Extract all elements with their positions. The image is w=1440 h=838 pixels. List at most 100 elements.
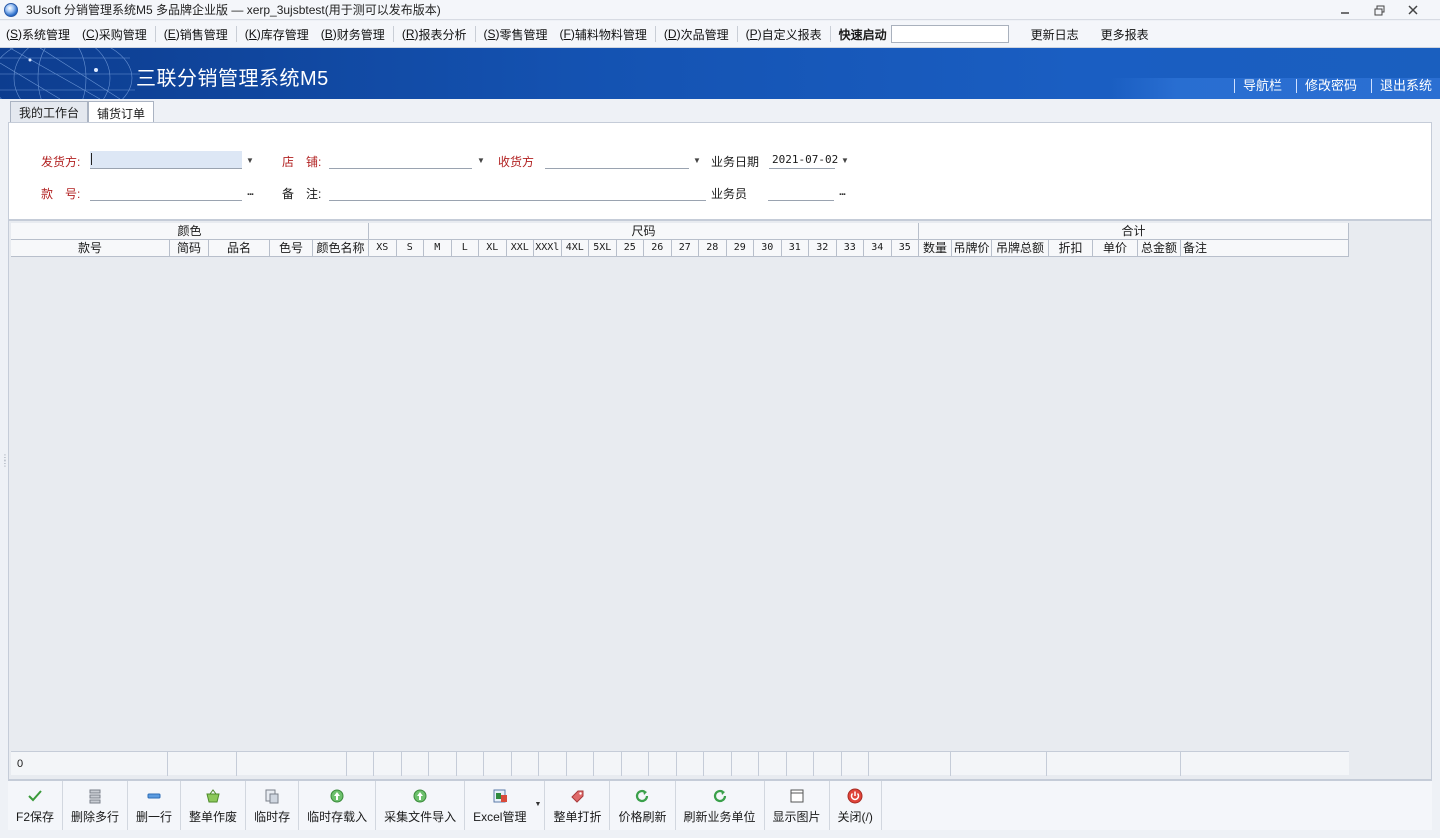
discount-order-button[interactable]: 整单打折	[545, 781, 611, 830]
col-size[interactable]: 5XL	[589, 240, 617, 257]
shipper-field[interactable]	[90, 151, 242, 169]
col-qty[interactable]: 数量	[919, 240, 952, 257]
col-unit-price[interactable]: 单价	[1093, 240, 1138, 257]
menu-materials[interactable]: (F) 辅料物料管理	[554, 21, 653, 48]
col-size[interactable]: 34	[864, 240, 892, 257]
quick-start-input[interactable]	[890, 25, 1009, 43]
col-short-code[interactable]: 简码	[170, 240, 209, 257]
load-temp-button[interactable]: 临时存载入	[299, 781, 377, 830]
excel-manage-button[interactable]: Excel管理 ▼	[465, 781, 546, 830]
minimize-icon[interactable]	[1328, 0, 1362, 20]
menu-purchase[interactable]: (C) 采购管理	[76, 21, 153, 48]
style-no-lookup-button[interactable]: ...	[242, 184, 258, 200]
basket-icon	[204, 787, 222, 805]
nav-bar-link[interactable]: 导航栏	[1233, 79, 1282, 93]
title-bar: 3Usoft 分销管理系统M5 多品牌企业版 — xerp_3ujsbtest(…	[0, 0, 1440, 20]
menu-defects[interactable]: (D) 次品管理	[658, 21, 735, 48]
tab-my-workbench[interactable]: 我的工作台	[10, 101, 89, 123]
receiver-field[interactable]	[545, 151, 689, 169]
biz-date-dropdown-icon[interactable]: ▼	[837, 152, 853, 168]
col-size[interactable]: 26	[644, 240, 672, 257]
close-button[interactable]: 关闭(/)	[830, 781, 882, 830]
splitter-handle[interactable]: ⋮ ⋮	[1, 454, 9, 479]
col-note[interactable]: 备注	[1181, 240, 1349, 257]
refresh-icon	[633, 787, 651, 805]
close-icon[interactable]	[1396, 0, 1430, 20]
menu-separator	[474, 26, 476, 42]
refresh-price-button[interactable]: 价格刷新	[610, 781, 676, 830]
summary-cell	[787, 752, 814, 776]
window-controls	[1328, 0, 1430, 20]
menu-custom-reports[interactable]: (P) 自定义报表	[740, 21, 828, 48]
excel-manage-label: Excel管理	[473, 809, 527, 824]
menu-update-log[interactable]: 更新日志	[1025, 21, 1085, 48]
col-size[interactable]: L	[451, 240, 479, 257]
salesman-lookup-button[interactable]: ...	[834, 184, 850, 200]
menu-sales[interactable]: (E) 销售管理	[158, 21, 234, 48]
show-picture-button[interactable]: 显示图片	[765, 781, 830, 830]
menu-label: 采购管理	[98, 27, 147, 42]
salesman-field[interactable]	[768, 183, 834, 201]
chevron-down-icon[interactable]: ▼	[535, 801, 542, 808]
col-size[interactable]: 33	[836, 240, 864, 257]
store-field[interactable]	[329, 151, 472, 169]
col-size[interactable]: 25	[616, 240, 644, 257]
col-tag-total[interactable]: 吊牌总额	[992, 240, 1049, 257]
import-file-button[interactable]: 采集文件导入	[376, 781, 466, 830]
col-size[interactable]: M	[424, 240, 452, 257]
delete-rows-button[interactable]: 删除多行	[63, 781, 129, 830]
store-dropdown-icon[interactable]: ▼	[473, 152, 489, 168]
receiver-dropdown-icon[interactable]: ▼	[689, 152, 705, 168]
menu-bar: (S) 系统管理 (C) 采购管理 (E) 销售管理 (K) 库存管理 (B) 财务管理 …	[0, 21, 1440, 48]
col-size[interactable]: 29	[726, 240, 754, 257]
col-size[interactable]: S	[396, 240, 424, 257]
menu-separator	[392, 26, 394, 42]
col-total-amount[interactable]: 总金额	[1138, 240, 1181, 257]
tab-distribution-order[interactable]: 铺货订单	[88, 101, 155, 124]
void-order-button[interactable]: 整单作废	[181, 781, 247, 830]
col-size[interactable]: 27	[671, 240, 699, 257]
menu-finance[interactable]: (B) 财务管理	[315, 21, 391, 48]
col-style-no[interactable]: 款号	[11, 240, 170, 257]
delete-row-button[interactable]: 删一行	[128, 781, 182, 830]
col-tag-price[interactable]: 吊牌价	[952, 240, 992, 257]
menu-more-reports[interactable]: 更多报表	[1095, 21, 1155, 48]
menu-reports[interactable]: (R) 报表分析	[396, 21, 473, 48]
col-product-name[interactable]: 品名	[209, 240, 270, 257]
save-button[interactable]: F2保存	[8, 781, 64, 830]
col-size[interactable]: XXXl	[534, 240, 562, 257]
col-size[interactable]: XL	[479, 240, 507, 257]
menu-label: 报表分析	[418, 27, 467, 42]
summary-cell	[567, 752, 594, 776]
menu-inventory[interactable]: (K) 库存管理	[239, 21, 315, 48]
restore-icon[interactable]	[1362, 0, 1396, 20]
col-size[interactable]: 35	[891, 240, 919, 257]
col-color-no[interactable]: 色号	[270, 240, 313, 257]
change-password-link[interactable]: 修改密码	[1295, 79, 1357, 93]
col-size[interactable]: 4XL	[561, 240, 589, 257]
menu-system[interactable]: (S) 系统管理	[0, 21, 76, 48]
col-size[interactable]: 28	[699, 240, 727, 257]
col-size[interactable]: 30	[754, 240, 782, 257]
col-color-name[interactable]: 颜色名称	[313, 240, 369, 257]
order-grid[interactable]: 颜色 尺码 合计 款号 简码 品名 色号 颜色名称 数量 吊牌价 吊牌总额 折扣…	[8, 220, 1432, 780]
menu-key: E	[167, 27, 176, 41]
import-icon	[411, 787, 429, 805]
summary-cell	[622, 752, 649, 776]
temp-save-button[interactable]: 临时存	[246, 781, 300, 830]
col-size[interactable]: 32	[809, 240, 837, 257]
menu-key: F	[563, 27, 571, 41]
menu-retail[interactable]: (S) 零售管理	[478, 21, 554, 48]
exit-system-link[interactable]: 退出系统	[1370, 79, 1432, 93]
remark-field[interactable]	[329, 183, 706, 201]
style-no-field[interactable]	[90, 183, 242, 201]
col-size[interactable]: XS	[369, 240, 397, 257]
refresh-units-button[interactable]: 刷新业务单位	[676, 781, 765, 830]
col-size[interactable]: XXL	[506, 240, 534, 257]
refresh-units-label: 刷新业务单位	[683, 809, 756, 824]
summary-cell	[347, 752, 374, 776]
col-discount[interactable]: 折扣	[1049, 240, 1093, 257]
col-size[interactable]: 31	[781, 240, 809, 257]
menu-key: C	[86, 27, 95, 41]
shipper-dropdown-icon[interactable]: ▼	[242, 152, 258, 168]
